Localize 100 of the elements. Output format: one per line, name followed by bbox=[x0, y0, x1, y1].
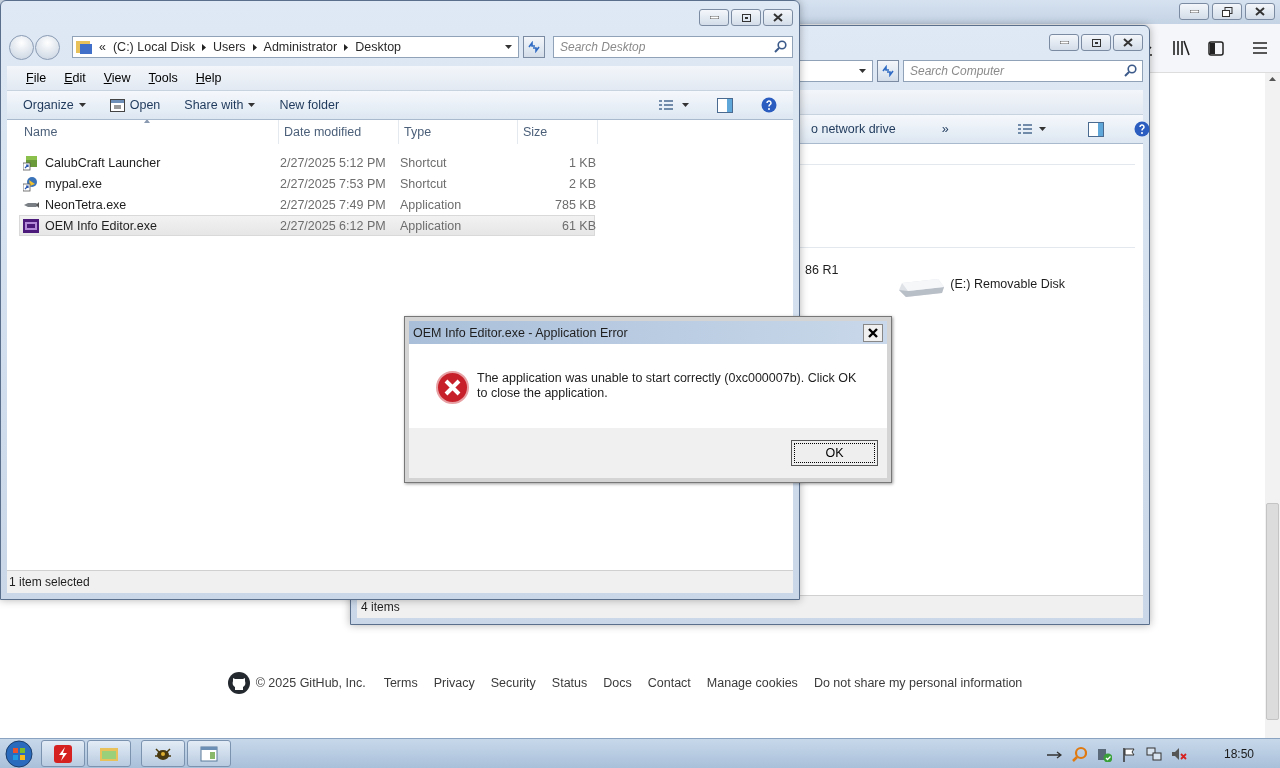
size-cell-text: 2 KB bbox=[567, 176, 596, 191]
refresh-button[interactable] bbox=[877, 60, 899, 82]
footer-link[interactable]: Security bbox=[490, 676, 536, 690]
search-icon bbox=[774, 40, 787, 53]
menu-item[interactable]: View bbox=[94, 71, 140, 85]
taskbar-button[interactable] bbox=[41, 740, 85, 767]
search-field[interactable]: Search Desktop bbox=[553, 36, 793, 58]
file-row[interactable]: CalubCraft Launcher 2/27/2025 5:12 PM Shortcut 1 KB bbox=[19, 152, 595, 173]
logo-icon bbox=[227, 672, 250, 694]
toolbar-button[interactable]: Organize bbox=[15, 95, 94, 115]
menu-item[interactable]: Help bbox=[186, 71, 231, 85]
network-icon[interactable] bbox=[1145, 745, 1162, 762]
file-name: CalubCraft Launcher bbox=[45, 155, 161, 170]
taskbar-button[interactable] bbox=[141, 740, 185, 767]
status-text: 1 item selected bbox=[9, 575, 90, 589]
footer-link[interactable]: Docs bbox=[603, 676, 632, 690]
restore-button[interactable] bbox=[1212, 3, 1242, 20]
footer-link[interactable]: Terms bbox=[383, 676, 418, 690]
footer-link[interactable]: Contact bbox=[647, 676, 691, 690]
toolbar-button[interactable]: Share with bbox=[176, 95, 264, 115]
minimize-icon bbox=[1189, 10, 1199, 13]
preview-pane-icon[interactable] bbox=[1087, 121, 1104, 137]
breadcrumb-arrow-icon bbox=[252, 43, 257, 51]
toolbar-button[interactable]: Open bbox=[101, 95, 169, 115]
drive-item[interactable]: (E:) Removable Disk bbox=[898, 277, 1065, 297]
menu-item[interactable]: File bbox=[17, 71, 56, 85]
scrollbar-thumb[interactable] bbox=[1266, 503, 1279, 720]
clock[interactable]: 18:50 bbox=[1223, 746, 1254, 761]
file-row[interactable]: mypal.exe 2/27/2025 7:53 PM Shortcut 2 KB bbox=[19, 173, 595, 194]
maximize-button[interactable] bbox=[1081, 34, 1111, 51]
column-header[interactable]: Type bbox=[399, 120, 518, 144]
file-name: NeonTetra.exe bbox=[45, 197, 127, 212]
footer-link[interactable]: Status bbox=[551, 676, 588, 690]
view-options-icon[interactable] bbox=[1016, 122, 1033, 136]
search-field[interactable]: Search Computer bbox=[903, 60, 1143, 82]
error-message: The application was unable to start correctly (0xc000007b). Click OK to close the application. bbox=[477, 371, 857, 401]
footer-link[interactable]: Do not share my personal information bbox=[813, 676, 1023, 690]
ok-button[interactable]: OK bbox=[791, 440, 878, 466]
refresh-icon[interactable] bbox=[527, 41, 541, 53]
folder-icon bbox=[76, 40, 92, 54]
restore-icon bbox=[1221, 6, 1233, 17]
file-name: OEM Info Editor.exe bbox=[45, 218, 157, 233]
maximize-button[interactable] bbox=[731, 9, 761, 26]
minimize-icon bbox=[709, 16, 719, 19]
breadcrumb-item[interactable]: (C:) Local Disk bbox=[112, 40, 195, 54]
window-icon bbox=[199, 743, 219, 764]
file-row[interactable]: NeonTetra.exe 2/27/2025 7:49 PM Application 785 KB bbox=[19, 194, 595, 215]
file-row[interactable]: OEM Info Editor.exe 2/27/2025 6:12 PM Application 61 KB bbox=[19, 215, 595, 236]
preview-pane-icon[interactable] bbox=[717, 97, 733, 113]
library-button[interactable] bbox=[1170, 38, 1192, 58]
menu-item[interactable]: Tools bbox=[139, 71, 187, 85]
library-icon bbox=[1172, 40, 1190, 56]
copyright-text: © 2025 GitHub, Inc. bbox=[255, 676, 366, 690]
toolbar-button[interactable]: o network drive bbox=[803, 119, 904, 139]
help-icon[interactable] bbox=[1133, 121, 1150, 137]
view-options-icon[interactable] bbox=[658, 98, 674, 112]
open-icon bbox=[109, 98, 125, 112]
overflow-chevron[interactable]: « bbox=[99, 40, 106, 54]
search-icon bbox=[1124, 64, 1137, 77]
menu-item[interactable]: Edit bbox=[55, 71, 95, 85]
maximize-icon bbox=[741, 13, 751, 22]
column-header[interactable]: Size bbox=[518, 120, 598, 144]
column-header[interactable]: Date modified bbox=[279, 120, 399, 144]
dropdown-caret-icon bbox=[248, 103, 256, 107]
footer-link[interactable]: Manage cookies bbox=[706, 676, 798, 690]
close-button[interactable] bbox=[1113, 34, 1143, 51]
dropdown-caret-icon bbox=[859, 69, 866, 73]
drive-label: 86 R1 bbox=[805, 263, 839, 277]
toolbar-button[interactable]: New folder bbox=[271, 95, 348, 115]
close-button[interactable] bbox=[1245, 3, 1275, 20]
sidebar-button[interactable] bbox=[1206, 38, 1226, 58]
start-orb-icon bbox=[5, 739, 33, 768]
size-cell-text: 785 KB bbox=[554, 197, 596, 212]
breadcrumb-item[interactable]: Users bbox=[212, 40, 246, 54]
close-button[interactable] bbox=[763, 9, 793, 26]
error-icon bbox=[436, 371, 469, 404]
type-cell-text: Application bbox=[400, 197, 463, 212]
refresh-icon[interactable] bbox=[881, 65, 895, 77]
breadcrumb-item[interactable]: Desktop bbox=[355, 40, 402, 54]
menu-button[interactable] bbox=[1250, 39, 1270, 57]
help-icon[interactable] bbox=[761, 97, 777, 113]
close-button[interactable] bbox=[863, 323, 883, 342]
type-cell-text: Shortcut bbox=[400, 155, 448, 170]
dialog-title: OEM Info Editor.exe - Application Error bbox=[413, 325, 628, 340]
refresh-button[interactable] bbox=[523, 36, 545, 58]
more-button[interactable]: » bbox=[933, 119, 957, 139]
size-cell-text: 61 KB bbox=[560, 218, 596, 233]
address-bar[interactable]: « (C:) Local Disk Users Administrator Desktop bbox=[72, 36, 519, 58]
footer-link[interactable]: Privacy bbox=[433, 676, 475, 690]
column-header[interactable]: Name bbox=[7, 120, 279, 144]
minimize-icon bbox=[1059, 41, 1069, 44]
type-cell-text: Application bbox=[400, 218, 463, 233]
sidebar-icon bbox=[1208, 40, 1224, 56]
status-text: 4 items bbox=[361, 600, 400, 614]
flag-icon[interactable] bbox=[1120, 745, 1137, 762]
date-cell-text: 2/27/2025 6:12 PM bbox=[280, 218, 387, 233]
scroll-up-icon[interactable] bbox=[1269, 77, 1276, 81]
dropdown-caret-icon bbox=[505, 45, 512, 49]
date-cell-text: 2/27/2025 7:49 PM bbox=[280, 197, 387, 212]
breadcrumb-item[interactable]: Administrator bbox=[263, 40, 338, 54]
